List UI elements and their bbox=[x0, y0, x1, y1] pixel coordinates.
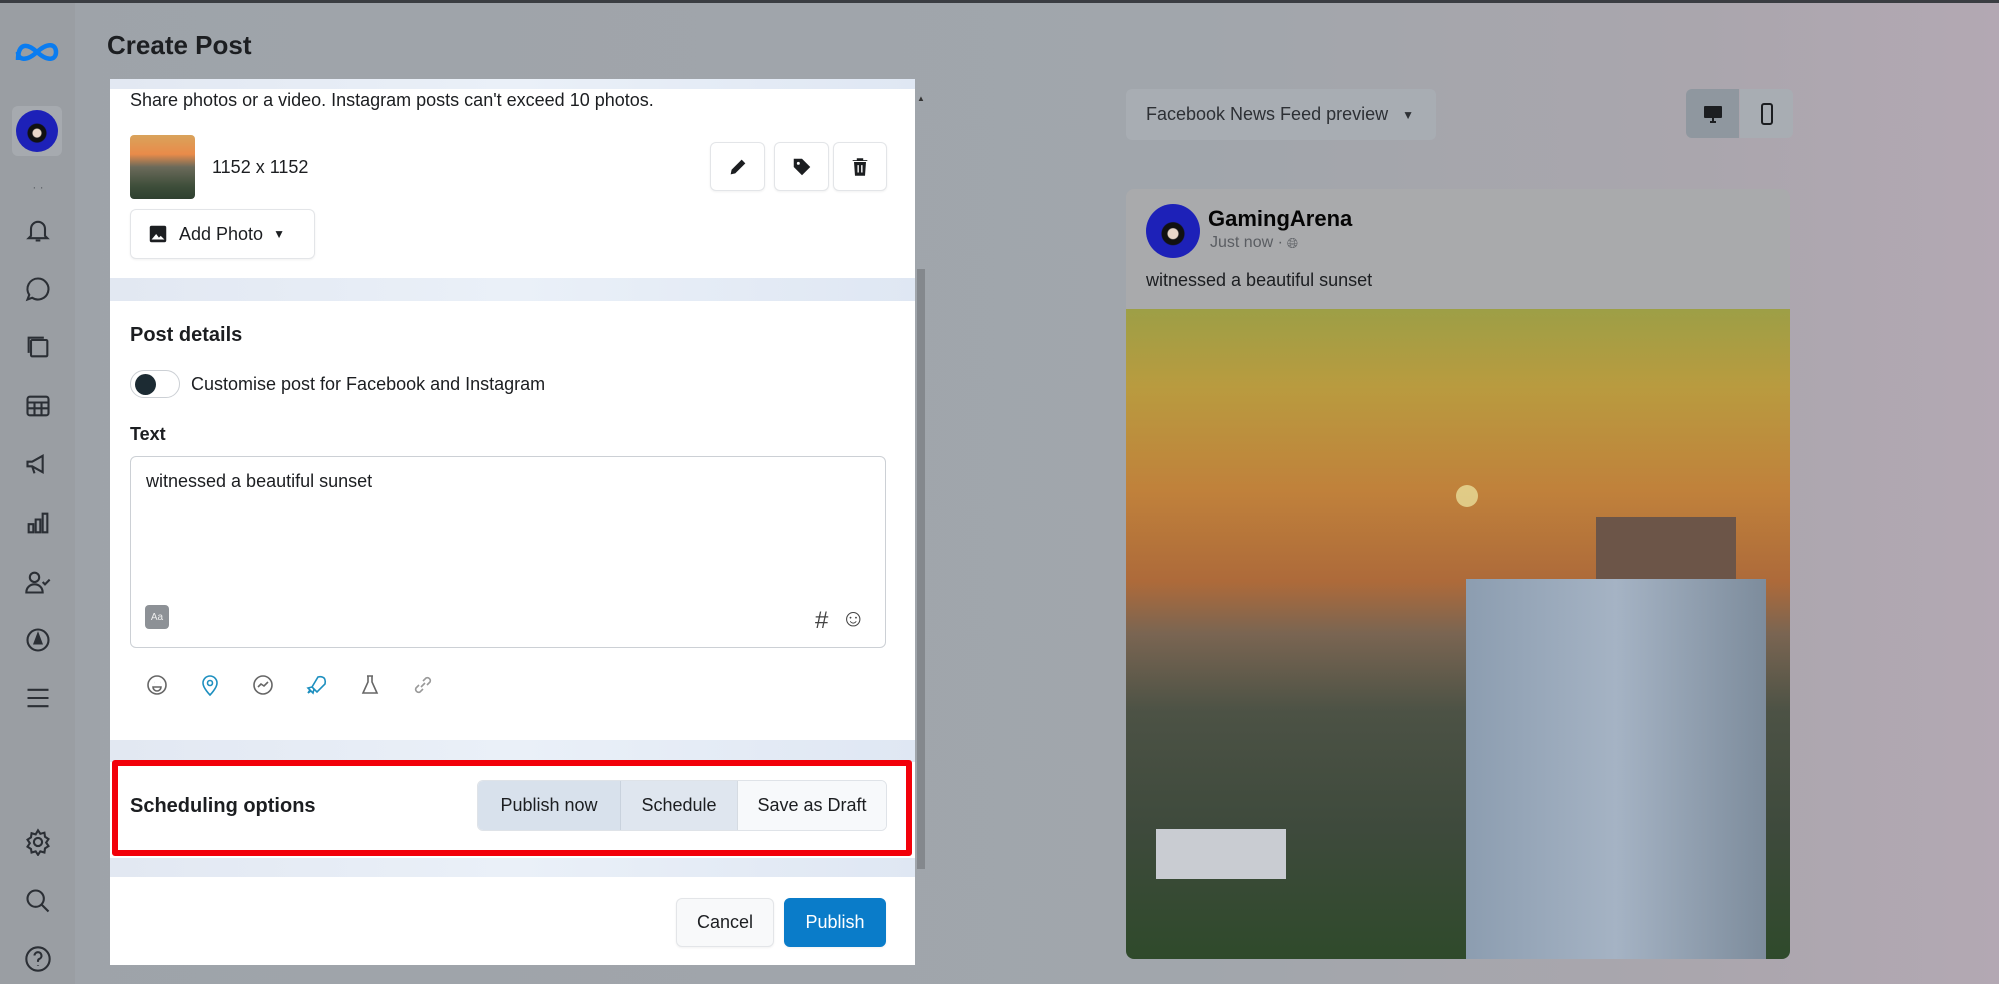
photo-dimensions: 1152 x 1152 bbox=[212, 157, 309, 177]
post-preview-card: GamingArena Just now · 🌐︎ witnessed a be… bbox=[1126, 189, 1790, 959]
meta-logo-icon[interactable] bbox=[14, 36, 60, 68]
trash-icon bbox=[852, 157, 868, 176]
gear-icon[interactable] bbox=[22, 826, 54, 858]
font-style-icon[interactable]: Aa bbox=[145, 605, 169, 629]
media-hint: Share photos or a video. Instagram posts… bbox=[130, 90, 654, 110]
bar-chart-icon[interactable] bbox=[22, 507, 54, 539]
scroll-up-arrow[interactable]: ▲ bbox=[917, 94, 925, 103]
top-border bbox=[0, 0, 1999, 3]
flask-icon[interactable] bbox=[358, 673, 382, 697]
feeling-icon[interactable] bbox=[145, 673, 169, 697]
location-icon[interactable] bbox=[198, 673, 222, 697]
globe-icon: 🌐︎ bbox=[1286, 234, 1299, 251]
preview-photo bbox=[1126, 309, 1790, 959]
section-divider bbox=[110, 278, 915, 301]
bell-icon[interactable] bbox=[22, 214, 54, 246]
post-text-input[interactable]: witnessed a beautiful sunset Aa # ☺ bbox=[130, 456, 886, 648]
messenger-icon[interactable] bbox=[251, 673, 275, 697]
account-avatar[interactable] bbox=[12, 106, 62, 156]
megaphone-icon[interactable] bbox=[22, 448, 54, 480]
photo-icon bbox=[149, 225, 167, 243]
desktop-preview-button[interactable] bbox=[1686, 89, 1739, 138]
post-text-value: witnessed a beautiful sunset bbox=[146, 471, 373, 491]
separator-dots: · · bbox=[32, 180, 44, 194]
panel-scrollbar[interactable]: ▲ bbox=[915, 79, 927, 869]
edit-photo-button[interactable] bbox=[710, 142, 765, 191]
section-divider bbox=[110, 858, 915, 877]
publish-button[interactable]: Publish bbox=[784, 898, 886, 947]
people-icon[interactable] bbox=[22, 566, 54, 598]
boost-rocket-icon[interactable] bbox=[304, 673, 328, 697]
tag-icon bbox=[793, 158, 810, 175]
table-icon[interactable] bbox=[22, 390, 54, 422]
link-icon[interactable] bbox=[411, 673, 435, 697]
page-title: Create Post bbox=[107, 30, 252, 60]
page-avatar bbox=[1146, 204, 1200, 258]
pages-icon[interactable] bbox=[22, 331, 54, 363]
section-divider bbox=[110, 740, 915, 762]
menu-icon[interactable] bbox=[22, 682, 54, 714]
add-photo-button[interactable]: Add Photo ▼ bbox=[130, 209, 315, 259]
section-divider bbox=[110, 79, 915, 89]
customise-label: Customise post for Facebook and Instagra… bbox=[191, 374, 546, 394]
hashtag-icon[interactable]: # bbox=[815, 607, 828, 635]
preview-post-text: witnessed a beautiful sunset bbox=[1146, 270, 1373, 290]
cancel-button[interactable]: Cancel bbox=[676, 898, 774, 947]
delete-photo-button[interactable] bbox=[833, 142, 887, 191]
customise-toggle[interactable] bbox=[130, 370, 180, 398]
mobile-icon bbox=[1760, 102, 1773, 125]
emoji-icon[interactable]: ☺ bbox=[841, 605, 866, 633]
desktop-icon bbox=[1703, 105, 1722, 123]
sidebar: · · bbox=[0, 3, 75, 984]
post-time: Just now · bbox=[1210, 234, 1283, 251]
add-photo-label: Add Photo bbox=[179, 223, 264, 244]
preview-placement-dropdown[interactable]: Facebook News Feed preview ▼ bbox=[1126, 89, 1436, 140]
scrollbar-thumb[interactable] bbox=[917, 269, 925, 869]
highlight-box bbox=[112, 760, 912, 856]
preview-dropdown-label: Facebook News Feed preview bbox=[1146, 104, 1389, 124]
search-icon[interactable] bbox=[22, 885, 54, 917]
mobile-preview-button[interactable] bbox=[1740, 89, 1793, 138]
pencil-icon bbox=[730, 159, 745, 174]
chat-icon[interactable] bbox=[22, 273, 54, 305]
post-details-heading: Post details bbox=[130, 324, 243, 346]
caret-down-icon: ▼ bbox=[1402, 107, 1415, 122]
compass-icon[interactable] bbox=[22, 624, 54, 656]
tag-photo-button[interactable] bbox=[774, 142, 829, 191]
caret-down-icon: ▼ bbox=[273, 227, 285, 241]
page-name: GamingArena bbox=[1208, 206, 1353, 231]
photo-thumbnail[interactable] bbox=[130, 135, 195, 199]
text-label: Text bbox=[130, 424, 166, 444]
help-icon[interactable] bbox=[22, 943, 54, 975]
